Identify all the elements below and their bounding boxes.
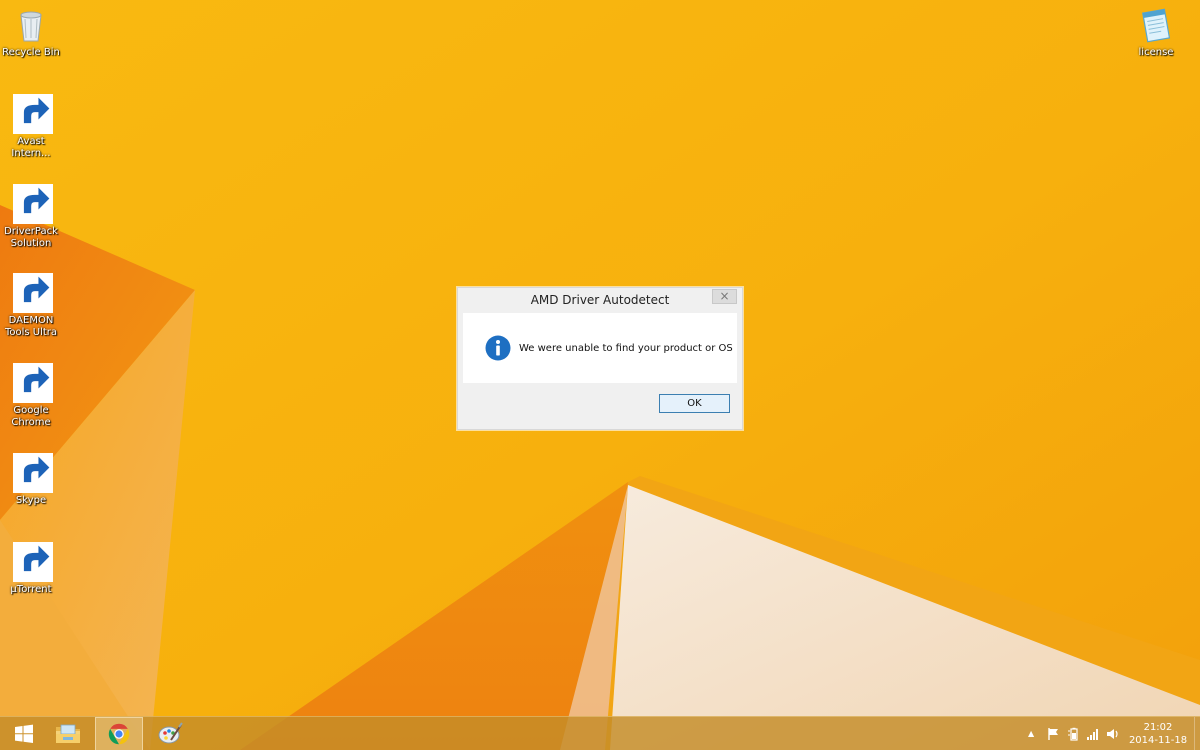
taskbar-clock[interactable]: 21:02 2014-11-18 (1128, 721, 1188, 747)
desktop-icon-label: Skype (15, 495, 47, 506)
dialog-body: We were unable to find your product or O… (463, 313, 737, 424)
desktop-icon-driverpack[interactable]: DriverPack Solution (0, 184, 62, 250)
desktop-icon-label: µTorrent (10, 584, 52, 595)
desktop-icon-utorrent[interactable]: µTorrent (0, 542, 62, 596)
volume-icon[interactable] (1106, 727, 1120, 741)
show-hidden-icons-icon[interactable]: ▲ (1028, 729, 1042, 743)
close-button[interactable]: × (712, 289, 737, 304)
network-signal-icon[interactable] (1086, 727, 1100, 741)
taskbar-paint[interactable] (146, 717, 194, 750)
desktop-icon-daemon-tools[interactable]: DAEMON Tools Ultra (0, 273, 62, 339)
paint-palette-icon (158, 722, 183, 744)
dialog-message-area: We were unable to find your product or O… (463, 313, 737, 383)
desktop-icon-label: DriverPack Solution (4, 226, 58, 249)
show-desktop-button[interactable] (1194, 717, 1200, 750)
shortcut-arrow-icon (13, 542, 53, 582)
taskbar: ▲ 21:02 2014-11-18 (0, 716, 1200, 750)
taskbar-google-chrome[interactable] (95, 717, 143, 750)
clock-date: 2014-11-18 (1128, 735, 1188, 746)
windows-logo-icon (15, 724, 33, 743)
info-icon (485, 335, 511, 361)
desktop: Recycle Bin Avast Intern... DriverPack S… (0, 0, 1200, 750)
shortcut-arrow-icon (13, 453, 53, 493)
desktop-icon-avast[interactable]: Avast Intern... (0, 94, 62, 160)
battery-power-icon[interactable] (1067, 727, 1081, 741)
desktop-icon-google-chrome[interactable]: Google Chrome (0, 363, 62, 429)
desktop-icon-recycle-bin[interactable]: Recycle Bin (0, 5, 62, 59)
dialog-message: We were unable to find your product or O… (519, 343, 733, 354)
taskbar-file-explorer[interactable] (44, 717, 92, 750)
amd-autodetect-dialog: AMD Driver Autodetect × We were unable t… (457, 287, 743, 430)
system-tray: ▲ 21:02 2014-11-18 (1000, 717, 1200, 750)
desktop-icon-label: license (1138, 47, 1174, 58)
desktop-icon-skype[interactable]: Skype (0, 453, 62, 507)
recycle-bin-icon (20, 11, 42, 42)
shortcut-arrow-icon (13, 273, 53, 313)
close-icon: × (719, 289, 730, 303)
desktop-icon-license[interactable]: license (1125, 5, 1187, 59)
dialog-title: AMD Driver Autodetect (530, 293, 670, 307)
folder-icon (56, 724, 80, 743)
start-button[interactable] (0, 717, 48, 750)
shortcut-arrow-icon (13, 363, 53, 403)
action-center-flag-icon[interactable] (1047, 727, 1061, 741)
desktop-icon-label: Google Chrome (11, 405, 51, 428)
desktop-icon-label: Avast Intern... (11, 136, 51, 159)
clock-time: 21:02 (1143, 722, 1173, 733)
chrome-icon (108, 723, 130, 745)
dialog-titlebar[interactable]: AMD Driver Autodetect × (458, 288, 742, 312)
desktop-icon-label: DAEMON Tools Ultra (4, 315, 58, 338)
notepad-icon (1142, 8, 1171, 43)
shortcut-arrow-icon (13, 94, 53, 134)
desktop-icon-label: Recycle Bin (2, 47, 60, 58)
ok-button[interactable]: OK (659, 394, 730, 413)
shortcut-arrow-icon (13, 184, 53, 224)
